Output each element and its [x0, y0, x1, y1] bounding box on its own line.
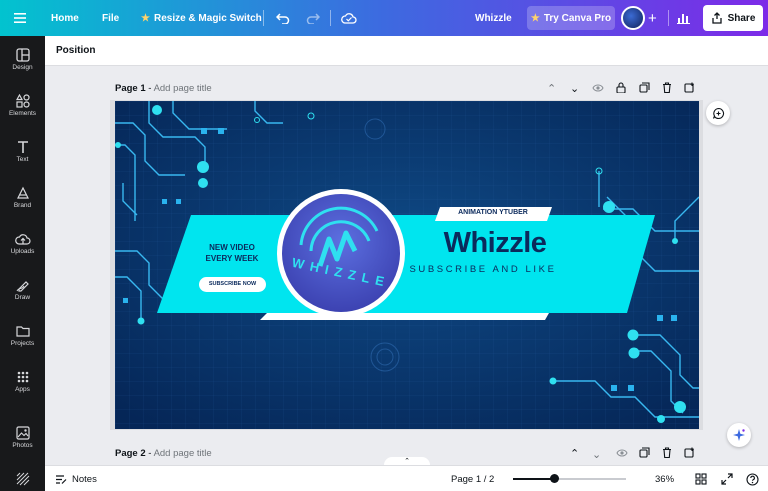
cloud-upload-icon — [14, 234, 31, 245]
try-canva-pro-button[interactable]: ★ Try Canva Pro — [527, 6, 615, 30]
position-button[interactable]: Position — [56, 45, 95, 56]
page-indicator[interactable]: Page 1 / 2 — [451, 466, 494, 491]
grid-view-icon[interactable] — [695, 466, 707, 491]
subscribe-now-text: SUBSCRIBE NOW — [208, 281, 257, 287]
sparkle-icon — [733, 429, 745, 441]
banner-title: Whizzle — [443, 227, 547, 259]
add-page-title-input[interactable]: Add page title — [154, 83, 212, 94]
sidebar-item-label: Draw — [14, 294, 31, 301]
sidebar: Design Elements Text Brand Uploads Draw … — [0, 36, 45, 491]
undo-icon[interactable] — [276, 0, 290, 36]
share-icon — [711, 12, 722, 24]
sidebar-item-label: Uploads — [10, 248, 35, 255]
comment-add-icon — [712, 107, 724, 119]
folder-icon — [15, 326, 30, 337]
sidebar-item-label: Brand — [13, 202, 32, 209]
sidebar-item-draw[interactable]: Draw — [0, 274, 45, 314]
notes-icon — [56, 474, 67, 484]
sidebar-item-uploads[interactable]: Uploads — [0, 228, 45, 268]
duplicate-page-icon[interactable] — [639, 82, 650, 96]
page-name: Page 2 — [115, 448, 146, 459]
chevron-down-icon[interactable]: ⌄ — [592, 448, 601, 461]
add-page-icon[interactable] — [684, 82, 695, 96]
page-2-label: Page 2 - Add page title — [115, 448, 212, 459]
page-1-label: Page 1 - Add page title — [115, 83, 212, 94]
brand-icon — [16, 186, 29, 199]
add-comment-button[interactable] — [706, 101, 730, 125]
band-underline — [260, 313, 549, 320]
sidebar-item-photos[interactable]: Photos — [0, 422, 45, 462]
sidebar-item-design[interactable]: Design — [0, 44, 45, 84]
duplicate-page-icon[interactable] — [639, 447, 650, 461]
crown-icon: ★ — [141, 12, 150, 24]
sidebar-item-projects[interactable]: Projects — [0, 320, 45, 360]
design-canvas[interactable]: NEW VIDEO EVERY WEEK SUBSCRIBE NOW ANIMA… — [115, 101, 699, 429]
redo-icon[interactable] — [306, 0, 320, 36]
text-icon — [17, 141, 28, 153]
new-video-text: NEW VIDEO EVERY WEEK — [191, 242, 273, 264]
sidebar-item-label: Apps — [15, 386, 30, 393]
pen-icon — [16, 281, 29, 292]
resize-magic-switch-button[interactable]: ★ Resize & Magic Switch — [141, 0, 262, 36]
sidebar-item-text[interactable]: Text — [0, 136, 45, 176]
zoom-slider-handle[interactable] — [550, 474, 559, 483]
sidebar-item-label: Elements — [8, 110, 37, 117]
resize-label: Resize & Magic Switch — [153, 12, 262, 24]
chevron-up-icon[interactable]: ⌃ — [547, 82, 556, 95]
animation-tag-text: ANIMATION YTUBER — [458, 209, 528, 216]
pattern-icon — [16, 472, 29, 486]
layout-icon — [15, 48, 30, 62]
fullscreen-icon[interactable] — [721, 466, 733, 491]
zoom-slider[interactable] — [513, 474, 626, 483]
analytics-icon[interactable] — [677, 0, 691, 36]
sidebar-item-brand[interactable]: Brand — [0, 182, 45, 222]
try-pro-label: Try Canva Pro — [543, 12, 612, 24]
document-title[interactable]: Whizzle — [475, 0, 512, 36]
image-icon — [15, 426, 30, 440]
delete-page-icon[interactable] — [662, 447, 672, 461]
zoom-slider-fill — [513, 478, 554, 480]
top-bar: Home File ★ Resize & Magic Switch Whizzl… — [0, 0, 768, 36]
notes-button[interactable]: Notes — [55, 466, 97, 491]
sidebar-item-elements[interactable]: Elements — [0, 90, 45, 130]
zoom-level[interactable]: 36% — [655, 466, 674, 491]
magic-assistant-button[interactable] — [727, 423, 751, 447]
hide-page-icon[interactable] — [616, 448, 628, 461]
add-page-title-input[interactable]: Add page title — [154, 448, 212, 459]
new-video-line: NEW VIDEO — [209, 243, 255, 252]
context-toolbar: Position — [45, 36, 768, 66]
divider — [668, 10, 669, 26]
add-collaborator-icon[interactable]: + — [648, 0, 657, 36]
shapes-icon — [15, 94, 30, 108]
file-menu-button[interactable]: File — [102, 0, 119, 36]
help-icon[interactable] — [746, 466, 759, 491]
every-week-line: EVERY WEEK — [205, 254, 259, 263]
delete-page-icon[interactable] — [662, 82, 672, 96]
home-button[interactable]: Home — [51, 0, 79, 36]
sidebar-item-label: Text — [16, 156, 29, 163]
sidebar-item-more[interactable] — [0, 468, 45, 488]
notes-label: Notes — [72, 473, 97, 485]
lock-icon[interactable] — [616, 82, 626, 96]
divider — [263, 10, 264, 26]
crown-icon: ★ — [530, 12, 540, 24]
chevron-up-icon[interactable]: ⌃ — [570, 447, 579, 460]
bottom-bar: Notes Page 1 / 2 36% — [45, 465, 768, 491]
share-button[interactable]: Share — [703, 5, 763, 31]
add-page-icon[interactable] — [684, 447, 695, 461]
share-label: Share — [727, 12, 756, 24]
sidebar-item-apps[interactable]: Apps — [0, 366, 45, 406]
avatar[interactable] — [621, 6, 645, 30]
menu-icon[interactable] — [14, 0, 28, 36]
sidebar-item-label: Design — [12, 64, 33, 71]
banner-subtitle: SUBSCRIBE AND LIKE — [409, 264, 557, 275]
sidebar-item-label: Photos — [12, 442, 33, 449]
page-name: Page 1 — [115, 83, 146, 94]
divider — [330, 10, 331, 26]
cloud-save-icon[interactable] — [341, 0, 357, 36]
hide-page-icon[interactable] — [592, 83, 604, 96]
sidebar-item-label: Projects — [10, 340, 35, 347]
chevron-down-icon[interactable]: ⌄ — [570, 82, 579, 95]
grid-icon — [17, 371, 28, 383]
